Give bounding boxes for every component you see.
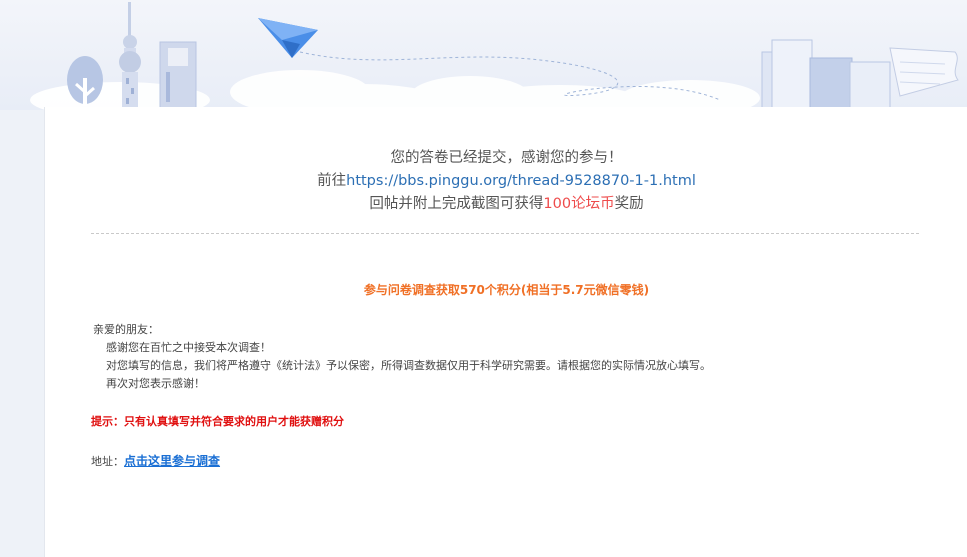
books-icon [761,39,891,110]
address-line: 地址：点击这里参与调查 [91,452,220,469]
reward-text-after: 奖励 [614,196,644,212]
paper-scroll-icon [889,47,959,97]
intro-line-2: 对您填写的信息，我们将严格遵守《统计法》予以保密，所得调查数据仅用于科学研究需要… [106,359,711,372]
skyscraper-icon [159,41,197,109]
header-illustration [0,0,967,110]
divider [91,233,919,234]
result-card: 您的答卷已经提交，感谢您的参与！ 前往https://bbs.pinggu.or… [44,107,967,557]
tip-text: 提示：只有认真填写并符合要求的用户才能获赠积分 [91,415,344,428]
intro-line-1: 感谢您在百忙之中接受本次调查！ [106,341,271,354]
tv-tower-icon [119,2,141,108]
forum-link-line: 前往https://bbs.pinggu.org/thread-9528870-… [45,170,967,192]
forum-link-prefix: 前往 [317,173,347,189]
survey-link[interactable]: 点击这里参与调查 [124,454,220,468]
points-title: 参与问卷调查获取570个积分(相当于5.7元微信零钱) [363,283,650,297]
address-label: 地址： [91,455,124,468]
cloud-icon [30,70,760,110]
survey-intro: 亲爱的朋友： 感谢您在百忙之中接受本次调查！ 对您填写的信息，我们将严格遵守《统… [93,321,711,393]
intro-line-3: 再次对您表示感谢！ [106,377,205,390]
submitted-message: 您的答卷已经提交，感谢您的参与！ [390,150,623,166]
forum-thread-link[interactable]: https://bbs.pinggu.org/thread-9528870-1-… [346,173,696,189]
reward-line: 回帖并附上完成截图可获得100论坛币奖励 [45,193,967,215]
reward-text-before: 回帖并附上完成截图可获得 [369,196,544,212]
reward-amount: 100论坛币 [543,196,615,212]
greeting: 亲爱的朋友： [93,323,159,336]
